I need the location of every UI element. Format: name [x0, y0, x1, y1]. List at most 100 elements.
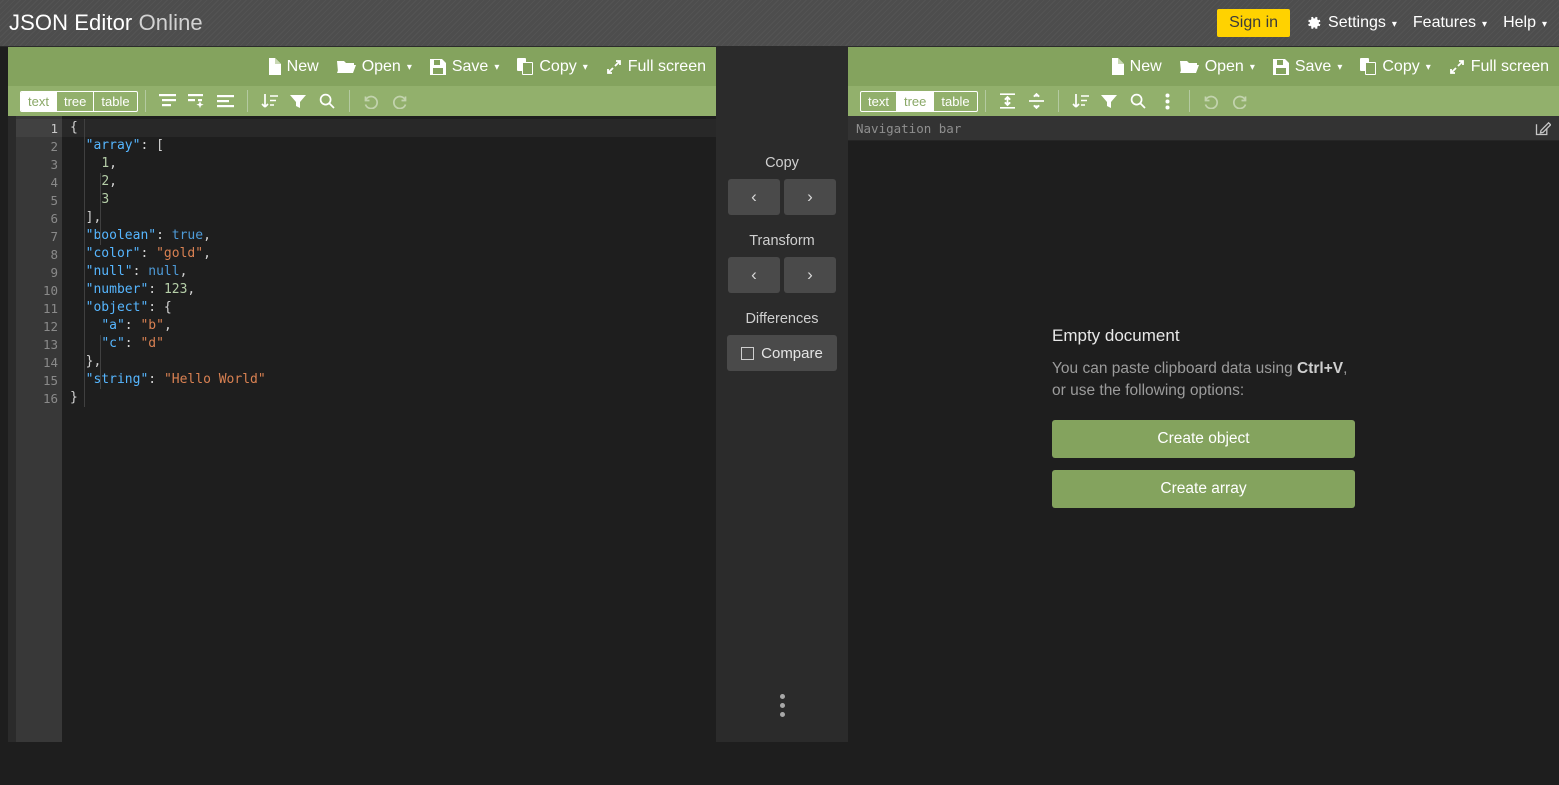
right-fullscreen-button[interactable]: Full screen — [1449, 58, 1549, 76]
left-copy-button[interactable]: Copy ▾ — [517, 57, 588, 76]
search-icon[interactable] — [313, 88, 342, 114]
right-open-button[interactable]: Open ▾ — [1179, 57, 1255, 76]
code-line[interactable]: { — [62, 119, 716, 137]
left-mode-switcher: text tree table — [20, 90, 138, 112]
right-open-label: Open — [1204, 57, 1244, 75]
code-line[interactable]: "object": { — [62, 299, 716, 317]
copy-buttons: ‹ › — [716, 179, 848, 215]
left-editor-panel: New Open ▾ Save ▾ Copy ▾ Full screen tex… — [8, 47, 716, 742]
code-line[interactable]: "null": null, — [62, 263, 716, 281]
brand-main: JSON Editor — [9, 10, 133, 35]
gutter-line: 1∨ — [16, 119, 70, 137]
compact-json-icon[interactable] — [211, 88, 240, 114]
undo-icon[interactable] — [1197, 88, 1226, 114]
code-token: : — [124, 318, 141, 333]
kebab-menu-icon[interactable] — [1153, 88, 1182, 114]
transform-options-menu[interactable] — [716, 694, 848, 717]
file-icon — [267, 58, 281, 75]
transform-right-button[interactable]: › — [784, 257, 836, 293]
redo-icon[interactable] — [386, 88, 415, 114]
create-object-button[interactable]: Create object — [1052, 419, 1355, 458]
features-menu[interactable]: Features ▾ — [1413, 14, 1487, 32]
auto-format-icon[interactable] — [182, 88, 211, 114]
sign-in-button[interactable]: Sign in — [1217, 8, 1291, 38]
help-menu[interactable]: Help ▾ — [1503, 14, 1547, 32]
right-mode-table[interactable]: table — [934, 92, 976, 111]
save-disk-icon — [1272, 58, 1289, 75]
code-line[interactable]: "c": "d" — [62, 335, 716, 353]
code-token: true — [171, 228, 204, 243]
transform-left-button[interactable]: ‹ — [728, 257, 780, 293]
code-line[interactable]: }, — [62, 353, 716, 371]
compare-button[interactable]: Compare — [727, 335, 837, 371]
sort-icon[interactable] — [255, 88, 284, 114]
code-token: : — [156, 228, 172, 243]
sort-icon[interactable] — [1066, 88, 1095, 114]
settings-menu[interactable]: Settings ▾ — [1306, 14, 1397, 32]
filter-icon[interactable] — [284, 88, 313, 114]
code-line[interactable]: "a": "b", — [62, 317, 716, 335]
code-token: : — [148, 282, 164, 297]
left-mode-table[interactable]: table — [94, 92, 136, 111]
expand-all-icon[interactable] — [993, 88, 1022, 114]
copy-left-button[interactable]: ‹ — [728, 179, 780, 215]
empty-document-state: Empty document You can paste clipboard d… — [848, 141, 1559, 785]
right-mode-text[interactable]: text — [861, 91, 897, 111]
code-token: , — [109, 156, 117, 171]
brand-suffix: Online — [138, 10, 203, 35]
left-menu-bar: New Open ▾ Save ▾ Copy ▾ Full screen — [8, 47, 716, 86]
code-line[interactable]: 1, — [62, 155, 716, 173]
right-copy-button[interactable]: Copy ▾ — [1360, 58, 1431, 76]
left-mode-tree[interactable]: tree — [57, 91, 95, 111]
gutter-line: 8 — [50, 246, 58, 262]
gear-icon — [1306, 15, 1322, 31]
left-open-label: Open — [361, 57, 401, 75]
right-new-button[interactable]: New — [1110, 58, 1162, 76]
code-line[interactable]: } — [62, 389, 716, 407]
left-copy-label: Copy — [539, 57, 577, 75]
search-icon[interactable] — [1124, 88, 1153, 114]
left-mode-text[interactable]: text — [21, 91, 57, 111]
code-line[interactable]: "color": "gold", — [62, 245, 716, 263]
filter-icon[interactable] — [1095, 88, 1124, 114]
navigation-bar[interactable]: Navigation bar — [848, 116, 1559, 141]
fullscreen-icon — [1449, 59, 1465, 75]
right-mode-tree[interactable]: tree — [896, 91, 935, 111]
chevron-down-icon: ▾ — [1391, 18, 1397, 30]
redo-icon[interactable] — [1226, 88, 1255, 114]
left-new-button[interactable]: New — [267, 58, 319, 76]
code-content-area[interactable]: { "array": [ 1, 2, 3 ], "boolean": true,… — [62, 116, 716, 742]
copy-right-button[interactable]: › — [784, 179, 836, 215]
left-fullscreen-button[interactable]: Full screen — [606, 58, 706, 76]
paste-shortcut: Ctrl+V — [1297, 360, 1344, 378]
code-token: } — [70, 390, 78, 405]
format-json-icon[interactable] — [153, 88, 182, 114]
left-code-editor[interactable]: 1∨2∨34567891011∨1213141516 { "array": [ … — [8, 116, 716, 742]
code-line[interactable]: ], — [62, 209, 716, 227]
collapse-all-icon[interactable] — [1022, 88, 1051, 114]
app-header: JSON Editor Online Sign in Settings ▾ Fe… — [0, 0, 1559, 47]
left-new-label: New — [286, 57, 319, 75]
code-token: null — [148, 264, 180, 279]
code-line[interactable]: 2, — [62, 173, 716, 191]
indent-guide — [100, 173, 101, 245]
code-line[interactable]: "boolean": true, — [62, 227, 716, 245]
undo-icon[interactable] — [357, 88, 386, 114]
left-open-button[interactable]: Open ▾ — [336, 57, 412, 76]
code-token: , — [179, 264, 188, 279]
code-line[interactable]: "number": 123, — [62, 281, 716, 299]
edit-icon[interactable] — [1535, 120, 1551, 136]
left-tool-bar: text tree table — [8, 86, 716, 116]
code-token: "array" — [85, 138, 141, 153]
code-line[interactable]: 3 — [62, 191, 716, 209]
create-array-button[interactable]: Create array — [1052, 469, 1355, 508]
right-save-button[interactable]: Save ▾ — [1272, 58, 1342, 76]
fullscreen-icon — [606, 59, 622, 75]
code-line[interactable]: "string": "Hello World" — [62, 371, 716, 389]
left-save-button[interactable]: Save ▾ — [429, 58, 499, 76]
code-line[interactable]: "array": [ — [62, 137, 716, 155]
save-disk-icon — [429, 58, 446, 75]
toolbar-divider — [1057, 90, 1059, 112]
settings-label: Settings — [1328, 14, 1386, 31]
